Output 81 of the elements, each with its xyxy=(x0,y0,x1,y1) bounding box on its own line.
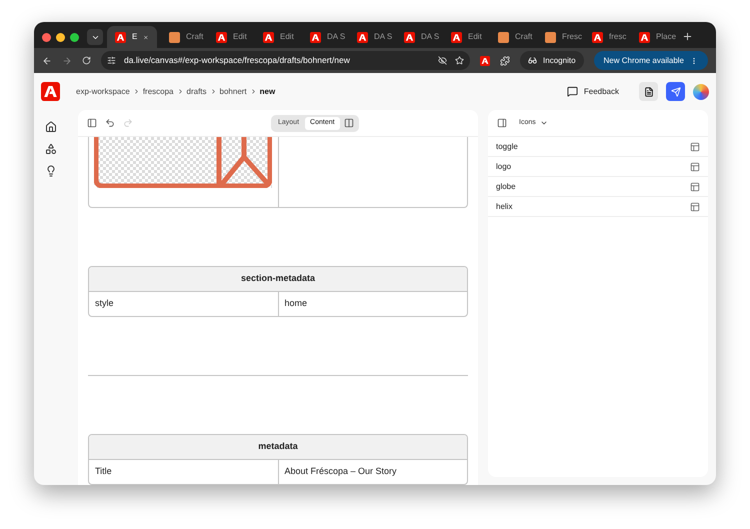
adobe-extension-icon xyxy=(480,56,490,66)
browser-tab[interactable]: fresc xyxy=(584,26,627,48)
craft-favicon-icon xyxy=(545,32,556,42)
browser-tab[interactable]: Edit xyxy=(208,26,251,48)
breadcrumb-link[interactable]: frescopa xyxy=(142,86,174,98)
browser-tab[interactable]: Craft xyxy=(161,26,204,48)
icon-list-item[interactable]: logo xyxy=(488,157,708,177)
insert-icon[interactable] xyxy=(690,182,700,192)
adobe-favicon-icon xyxy=(404,32,415,42)
update-button[interactable]: New Chrome available xyxy=(594,51,708,70)
icon-list-item[interactable]: helix xyxy=(488,197,708,217)
craft-favicon-icon xyxy=(498,32,509,42)
app-logo-icon xyxy=(41,82,60,101)
adobe-favicon-icon xyxy=(639,32,650,42)
chevron-icon xyxy=(250,88,257,95)
chevron-icon xyxy=(210,88,217,95)
forward-icon[interactable] xyxy=(62,56,72,66)
incognito-badge[interactable]: Incognito xyxy=(520,51,584,70)
browser-tab[interactable]: DA S xyxy=(349,26,392,48)
table-cell-text: Title xyxy=(94,465,113,478)
split-view-icon[interactable] xyxy=(344,118,354,128)
chevron-down-icon xyxy=(540,119,548,127)
reload-icon[interactable] xyxy=(82,56,91,65)
browser-tab[interactable]: Fresc xyxy=(537,26,580,48)
adobe-favicon-icon xyxy=(115,32,126,42)
chevron-icon xyxy=(132,88,140,95)
maximize-window-icon[interactable] xyxy=(70,32,79,42)
browser-tab[interactable]: E xyxy=(107,26,157,48)
back-icon[interactable] xyxy=(42,56,52,66)
browser-tab[interactable]: Craft xyxy=(490,26,533,48)
browser-tab[interactable]: Edit xyxy=(443,26,486,48)
table-cell: home xyxy=(278,292,467,316)
document-button[interactable] xyxy=(639,82,658,101)
adobe-favicon-icon xyxy=(263,32,274,42)
breadcrumb-link[interactable]: new xyxy=(260,86,276,98)
publish-button[interactable] xyxy=(666,82,685,101)
star-icon[interactable] xyxy=(455,56,464,65)
craft-favicon-icon xyxy=(169,32,180,42)
browser-tab[interactable]: Place xyxy=(631,26,674,48)
icon-list-item[interactable]: globe xyxy=(488,177,708,197)
insert-icon[interactable] xyxy=(690,142,700,152)
eye-off-icon[interactable] xyxy=(438,56,448,65)
tab-search-button[interactable] xyxy=(87,29,103,45)
undo-icon[interactable] xyxy=(105,118,115,128)
incognito-icon xyxy=(528,56,538,65)
adobe-favicon-icon xyxy=(592,32,603,42)
browser-tab[interactable]: DA S xyxy=(396,26,439,48)
chevron-icon xyxy=(176,88,184,95)
extensions-icon[interactable] xyxy=(500,56,510,66)
adobe-favicon-icon xyxy=(357,32,368,42)
new-tab-icon[interactable] xyxy=(682,31,693,42)
send-icon xyxy=(670,86,680,96)
sidebar-toggle-icon[interactable] xyxy=(87,118,97,128)
document-icon xyxy=(644,86,654,96)
breadcrumb-link[interactable]: drafts xyxy=(186,86,207,98)
adobe-favicon-icon xyxy=(310,32,321,42)
adobe-favicon-icon xyxy=(216,32,227,42)
panel-toggle-icon[interactable] xyxy=(497,118,507,128)
feedback-button[interactable]: Feedback xyxy=(566,86,619,98)
close-window-icon[interactable] xyxy=(42,32,51,42)
site-settings-icon[interactable] xyxy=(107,56,116,65)
browser-tab[interactable]: Edit xyxy=(255,26,298,48)
home-icon[interactable] xyxy=(45,121,57,133)
close-icon[interactable] xyxy=(143,32,149,42)
insert-icon[interactable] xyxy=(690,202,700,212)
lightbulb-icon[interactable] xyxy=(45,165,57,177)
insert-icon[interactable] xyxy=(690,162,700,172)
shapes-icon[interactable] xyxy=(45,143,57,155)
table-cell-text: style xyxy=(94,297,115,310)
minimize-window-icon[interactable] xyxy=(56,32,65,42)
breadcrumb-link[interactable]: exp-workspace xyxy=(76,86,130,98)
browser-tab[interactable]: DA S xyxy=(302,26,345,48)
table-cell: About Fréscopa – Our Story xyxy=(278,460,467,484)
speech-bubble-icon xyxy=(566,86,578,97)
user-avatar[interactable] xyxy=(693,84,709,100)
icon-list-item[interactable]: toggle xyxy=(488,137,708,157)
address-bar[interactable]: da.live/canvas#/exp-workspace/frescopa/drafts/bohnert/new xyxy=(101,51,470,70)
table-header: section-metadata xyxy=(89,267,467,292)
table-header: metadata xyxy=(89,435,467,460)
adobe-favicon-icon xyxy=(451,32,462,42)
breadcrumb-link[interactable]: bohnert xyxy=(220,86,247,98)
